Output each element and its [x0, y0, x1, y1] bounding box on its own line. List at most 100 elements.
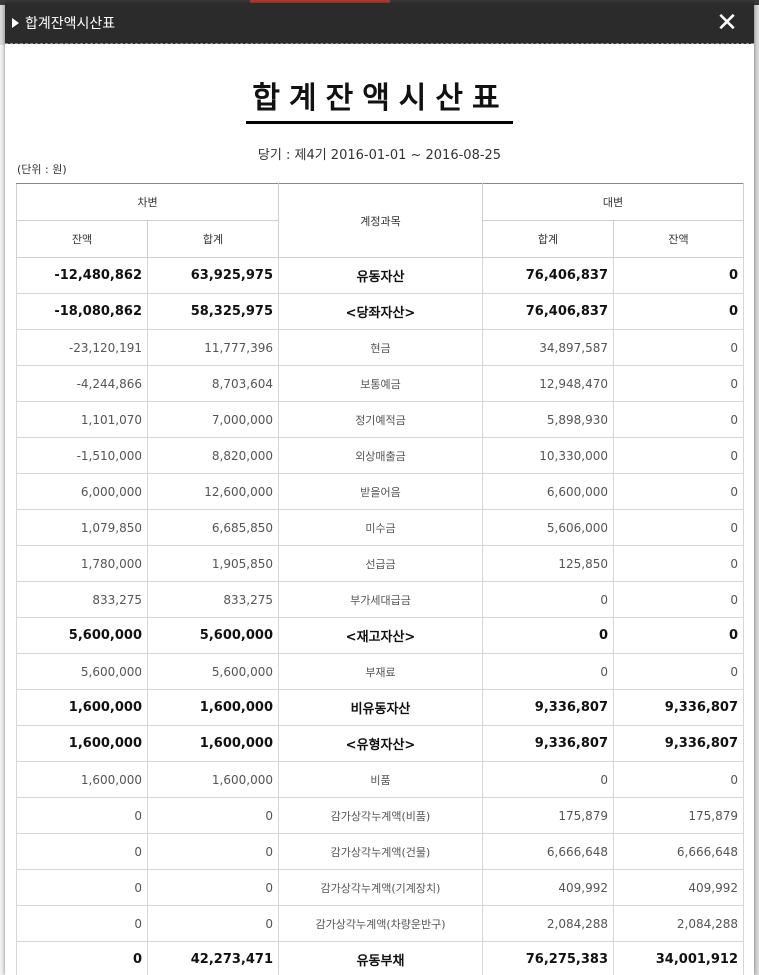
- cell-debit-balance: 0: [16, 869, 148, 906]
- cell-debit-balance: 0: [16, 905, 148, 942]
- cell-debit-balance: 1,780,000: [16, 545, 148, 582]
- debit-total-header: 합계: [147, 220, 279, 258]
- cell-debit-total: 0: [147, 797, 279, 834]
- cell-account: 유동부채: [278, 941, 483, 975]
- cell-debit-balance: 833,275: [16, 581, 148, 618]
- table-row: 0 42,273,471 유동부채 76,275,383 34,001,912: [16, 941, 744, 975]
- table-row: 1,780,000 1,905,850 선급금 125,850 0: [16, 545, 744, 582]
- cell-debit-total: 63,925,975: [147, 257, 279, 294]
- table-body: -12,480,862 63,925,975 유동자산 76,406,837 0 -18,…: [16, 257, 744, 975]
- table-row: 1,101,070 7,000,000 정기예적금 5,898,930 0: [16, 401, 744, 438]
- report-unit: (단위 : 원): [17, 163, 67, 176]
- cell-account: 받을어음: [278, 473, 483, 510]
- cell-debit-total: 1,905,850: [147, 545, 279, 582]
- cell-debit-balance: 1,600,000: [16, 761, 148, 798]
- cell-debit-total: 0: [147, 833, 279, 870]
- table-row: -1,510,000 8,820,000 외상매출금 10,330,000 0: [16, 437, 744, 474]
- cell-credit-balance: 34,001,912: [613, 941, 744, 975]
- cell-debit-balance: 0: [16, 941, 148, 975]
- cell-credit-total: 409,992: [482, 869, 614, 906]
- table-row: 6,000,000 12,600,000 받을어음 6,600,000 0: [16, 473, 744, 510]
- credit-balance-header: 잔액: [613, 220, 744, 258]
- cell-debit-total: 1,600,000: [147, 761, 279, 798]
- table-row: 5,600,000 5,600,000 부재료 0 0: [16, 653, 744, 690]
- cell-account: 감가상각누계액(비품): [278, 797, 483, 834]
- cell-account: 부가세대급금: [278, 581, 483, 618]
- cell-debit-balance: 5,600,000: [16, 617, 148, 654]
- table-row: 0 0 감가상각누계액(차량운반구) 2,084,288 2,084,288: [16, 905, 744, 942]
- cell-credit-balance: 0: [613, 293, 744, 330]
- cell-debit-balance: -1,510,000: [16, 437, 148, 474]
- cell-credit-balance: 2,084,288: [613, 905, 744, 942]
- cell-debit-total: 6,685,850: [147, 509, 279, 546]
- table-row: -4,244,866 8,703,604 보통예금 12,948,470 0: [16, 365, 744, 402]
- cell-credit-balance: 6,666,648: [613, 833, 744, 870]
- cell-debit-total: 5,600,000: [147, 617, 279, 654]
- cell-credit-total: 2,084,288: [482, 905, 614, 942]
- credit-total-header: 합계: [482, 220, 614, 258]
- cell-credit-balance: 409,992: [613, 869, 744, 906]
- cell-credit-total: 76,275,383: [482, 941, 614, 975]
- cell-debit-balance: 1,079,850: [16, 509, 148, 546]
- cell-credit-total: 0: [482, 653, 614, 690]
- table-row: 0 0 감가상각누계액(건물) 6,666,648 6,666,648: [16, 833, 744, 870]
- cell-account: 감가상각누계액(기계장치): [278, 869, 483, 906]
- cell-credit-total: 6,666,648: [482, 833, 614, 870]
- cell-credit-total: 34,897,587: [482, 329, 614, 366]
- cell-credit-total: 9,336,807: [482, 725, 614, 762]
- cell-credit-balance: 0: [613, 401, 744, 438]
- table-row: 0 0 감가상각누계액(비품) 175,879 175,879: [16, 797, 744, 834]
- cell-debit-total: 0: [147, 905, 279, 942]
- cell-credit-balance: 0: [613, 581, 744, 618]
- cell-account: 비유동자산: [278, 689, 483, 726]
- cell-account: 현금: [278, 329, 483, 366]
- cell-debit-total: 8,820,000: [147, 437, 279, 474]
- account-header: 계정과목: [278, 183, 483, 258]
- cell-debit-balance: 0: [16, 797, 148, 834]
- cell-credit-total: 175,879: [482, 797, 614, 834]
- table-row: -23,120,191 11,777,396 현금 34,897,587 0: [16, 329, 744, 366]
- cell-credit-balance: 0: [613, 545, 744, 582]
- cell-credit-total: 76,406,837: [482, 257, 614, 294]
- debit-header: 차변: [16, 183, 279, 221]
- cell-credit-balance: 0: [613, 257, 744, 294]
- cell-debit-balance: 6,000,000: [16, 473, 148, 510]
- cell-account: 선급금: [278, 545, 483, 582]
- cell-debit-balance: -4,244,866: [16, 365, 148, 402]
- close-icon[interactable]: ✕: [714, 8, 740, 38]
- cell-credit-total: 0: [482, 581, 614, 618]
- cell-credit-total: 6,600,000: [482, 473, 614, 510]
- cell-debit-total: 11,777,396: [147, 329, 279, 366]
- cell-debit-balance: -23,120,191: [16, 329, 148, 366]
- cell-credit-total: 9,336,807: [482, 689, 614, 726]
- cell-debit-total: 42,273,471: [147, 941, 279, 975]
- cell-credit-balance: 0: [613, 653, 744, 690]
- report-title-wrap: 합계잔액시산표: [5, 73, 754, 124]
- cell-debit-total: 12,600,000: [147, 473, 279, 510]
- cell-credit-balance: 0: [613, 365, 744, 402]
- cell-account: 유동자산: [278, 257, 483, 294]
- cell-credit-total: 0: [482, 617, 614, 654]
- cell-debit-total: 1,600,000: [147, 725, 279, 762]
- cell-debit-total: 833,275: [147, 581, 279, 618]
- table-row: 833,275 833,275 부가세대급금 0 0: [16, 581, 744, 618]
- cell-credit-balance: 9,336,807: [613, 689, 744, 726]
- cell-debit-balance: -18,080,862: [16, 293, 148, 330]
- table-row: 1,600,000 1,600,000 비유동자산 9,336,807 9,336,80…: [16, 689, 744, 726]
- cell-account: 감가상각누계액(건물): [278, 833, 483, 870]
- cell-account: <유형자산>: [278, 725, 483, 762]
- cell-credit-total: 0: [482, 761, 614, 798]
- cell-debit-balance: -12,480,862: [16, 257, 148, 294]
- cell-account: <당좌자산>: [278, 293, 483, 330]
- cell-account: 부재료: [278, 653, 483, 690]
- cell-credit-total: 5,606,000: [482, 509, 614, 546]
- modal-titlebar: 합계잔액시산표 ✕: [5, 3, 754, 44]
- cell-debit-total: 8,703,604: [147, 365, 279, 402]
- cell-debit-balance: 1,600,000: [16, 725, 148, 762]
- credit-header: 대변: [482, 183, 744, 221]
- cell-credit-balance: 0: [613, 761, 744, 798]
- trial-balance-table: 차변 계정과목 대변 잔액 합계 합계 잔액 -12,480,862 63,925…: [16, 183, 744, 975]
- cell-account: 감가상각누계액(차량운반구): [278, 905, 483, 942]
- cell-debit-total: 5,600,000: [147, 653, 279, 690]
- cell-debit-balance: 0: [16, 833, 148, 870]
